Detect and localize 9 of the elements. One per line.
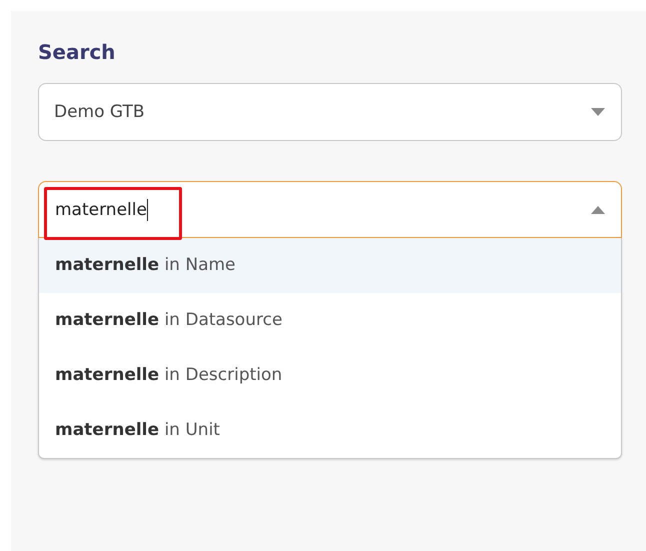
suggestion-item[interactable]: maternelle in Name <box>39 238 621 293</box>
caret-up-icon[interactable] <box>591 206 605 214</box>
suggestion-item[interactable]: maternelle in Datasource <box>39 293 621 348</box>
suggestion-item[interactable]: maternelle in Unit <box>39 403 621 458</box>
suggestion-item[interactable]: maternelle in Description <box>39 348 621 403</box>
caret-down-icon[interactable] <box>591 108 605 116</box>
source-dropdown[interactable]: Demo GTB <box>38 83 622 141</box>
section-heading: Search <box>38 39 116 66</box>
search-field[interactable]: maternelle <box>38 181 622 238</box>
